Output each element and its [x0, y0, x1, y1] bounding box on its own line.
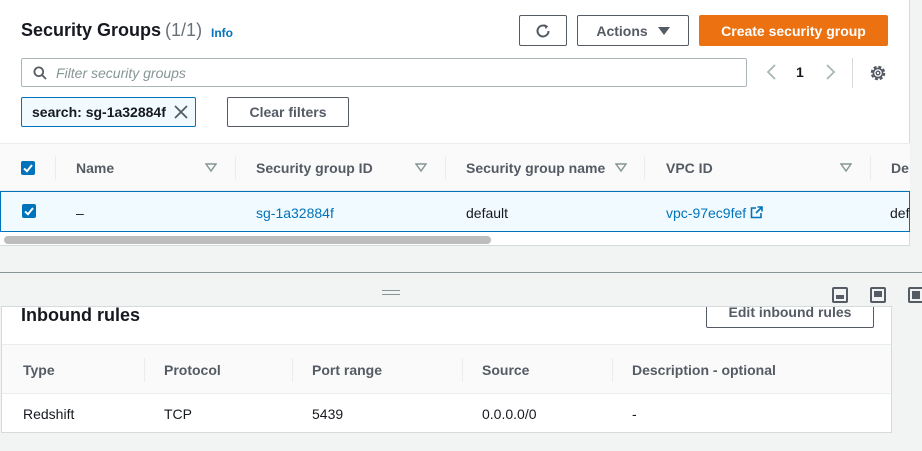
- search-input[interactable]: [56, 63, 736, 83]
- external-link-icon: [750, 206, 763, 219]
- chevron-left-icon[interactable]: [765, 62, 779, 82]
- cell-port-range: 5439: [312, 406, 344, 422]
- cell-description: def: [890, 204, 910, 221]
- column-header-source: Source: [482, 362, 530, 378]
- close-icon[interactable]: [173, 104, 189, 120]
- filter-token: search: sg-1a32884f: [21, 97, 196, 127]
- column-separator: [644, 156, 645, 180]
- table-row: Redshift TCP 5439 0.0.0.0/0 -: [2, 394, 891, 432]
- vpc-id-text: vpc-97ec9fef: [666, 204, 747, 221]
- column-separator: [445, 156, 446, 180]
- layout-bottom-icon[interactable]: [832, 287, 848, 303]
- column-header-name[interactable]: Name: [76, 144, 114, 192]
- create-label: Create security group: [721, 22, 866, 39]
- selection-count: (1/1): [165, 20, 203, 40]
- actions-button[interactable]: Actions: [577, 15, 689, 46]
- column-header-label: Name: [76, 160, 115, 176]
- layout-bottom-fill: [836, 295, 844, 299]
- chevron-right-icon[interactable]: [823, 62, 837, 82]
- drag-handle-icon[interactable]: [382, 290, 400, 295]
- column-header-type: Type: [23, 362, 55, 378]
- gear-icon[interactable]: [868, 63, 888, 83]
- page-title: Security Groups (1/1): [21, 20, 202, 41]
- column-separator: [235, 156, 236, 180]
- cell-type: Redshift: [23, 406, 75, 422]
- checkmark-icon: [24, 207, 34, 216]
- edit-inbound-rules-label: Edit inbound rules: [728, 306, 852, 320]
- refresh-icon: [536, 23, 550, 37]
- filter-token-label: search: sg-1a32884f: [32, 104, 166, 120]
- current-page[interactable]: 1: [796, 64, 804, 80]
- rules-table-header: Type Protocol Port range Source Descript…: [2, 344, 891, 394]
- security-groups-card: Security Groups (1/1) Info Actions Create…: [0, 0, 910, 246]
- column-header-label: Security group name: [466, 160, 606, 176]
- sort-down-icon[interactable]: [205, 163, 217, 173]
- row-checkbox[interactable]: [22, 204, 36, 218]
- column-separator: [55, 156, 56, 180]
- column-header-label: De: [891, 160, 909, 176]
- horizontal-scrollbar[interactable]: [4, 236, 491, 244]
- table-header: Name Security group ID Security group na…: [0, 143, 910, 191]
- create-security-group-button[interactable]: Create security group: [699, 15, 888, 46]
- cell-source: 0.0.0.0/0: [482, 406, 537, 422]
- actions-label: Actions: [596, 22, 648, 39]
- pager-divider: [852, 58, 853, 88]
- column-separator: [612, 358, 613, 382]
- inbound-rules-card: Inbound rules Edit inbound rules Type Pr…: [1, 306, 892, 433]
- security-groups-panel: Security Groups (1/1) Info Actions Create…: [0, 0, 922, 262]
- filter-search-box[interactable]: [21, 58, 747, 87]
- checkmark-icon: [23, 164, 33, 173]
- column-separator: [144, 358, 145, 382]
- column-separator: [462, 358, 463, 382]
- info-link[interactable]: Info: [211, 26, 233, 40]
- sort-down-icon[interactable]: [415, 163, 427, 173]
- cell-name: –: [76, 204, 84, 221]
- security-group-id-link[interactable]: sg-1a32884f: [256, 192, 334, 233]
- column-header-label: VPC ID: [666, 160, 713, 176]
- column-header-protocol: Protocol: [164, 362, 221, 378]
- select-all-checkbox[interactable]: [21, 161, 35, 175]
- column-header-port-range: Port range: [312, 362, 383, 378]
- column-separator: [292, 358, 293, 382]
- layout-split-icon[interactable]: [908, 287, 922, 303]
- table-row[interactable]: – sg-1a32884f default vpc-97ec9fef def: [0, 191, 910, 232]
- column-header-description: Description - optional: [632, 362, 776, 378]
- column-header-security-group-id[interactable]: Security group ID: [256, 144, 373, 192]
- caret-down-icon: [657, 26, 670, 35]
- inbound-rules-title: Inbound rules: [21, 306, 140, 325]
- column-header-vpc-id[interactable]: VPC ID: [666, 144, 713, 192]
- layout-side-fill: [874, 291, 882, 297]
- clear-filters-button[interactable]: Clear filters: [227, 97, 349, 127]
- column-header-description[interactable]: De: [891, 144, 909, 192]
- layout-side-icon[interactable]: [870, 287, 886, 303]
- column-header-security-group-name[interactable]: Security group name: [466, 144, 605, 192]
- cell-description: -: [632, 406, 637, 422]
- refresh-button[interactable]: [519, 15, 567, 46]
- cell-protocol: TCP: [164, 406, 192, 422]
- sort-down-icon[interactable]: [840, 163, 852, 173]
- clear-filters-label: Clear filters: [249, 104, 327, 120]
- column-header-label: Security group ID: [256, 160, 373, 176]
- vpc-id-link[interactable]: vpc-97ec9fef: [666, 192, 763, 233]
- column-separator: [870, 156, 871, 180]
- search-icon: [33, 66, 47, 80]
- sort-down-icon[interactable]: [615, 163, 627, 173]
- layout-split-fill: [912, 291, 920, 299]
- split-panel-divider[interactable]: [0, 272, 922, 273]
- page-title-text: Security Groups: [21, 20, 162, 40]
- cell-security-group-name: default: [466, 204, 509, 221]
- edit-inbound-rules-button[interactable]: Edit inbound rules: [706, 306, 874, 328]
